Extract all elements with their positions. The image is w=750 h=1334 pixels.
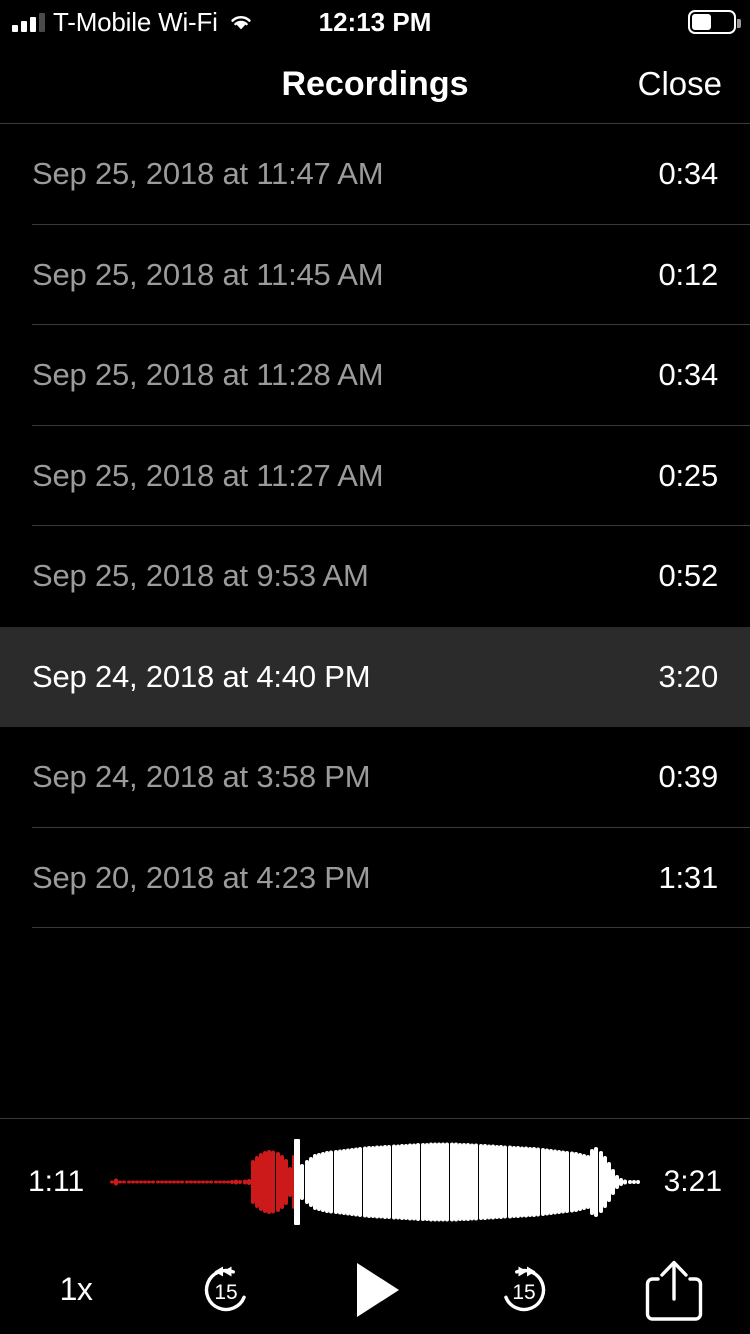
- close-button[interactable]: Close: [638, 44, 722, 124]
- recording-row[interactable]: Sep 25, 2018 at 11:45 AM 0:12: [0, 225, 750, 325]
- play-button[interactable]: [329, 1245, 421, 1334]
- recording-row[interactable]: Sep 25, 2018 at 11:47 AM 0:34: [0, 124, 750, 225]
- playback-speed-label: 1x: [59, 1271, 93, 1307]
- row-separator: [32, 927, 750, 928]
- skip-back-label: 15: [214, 1281, 237, 1304]
- recording-date: Sep 24, 2018 at 4:40 PM: [32, 658, 371, 694]
- recording-duration: 0:39: [658, 759, 718, 795]
- recording-date: Sep 20, 2018 at 4:23 PM: [32, 859, 371, 895]
- recording-date: Sep 25, 2018 at 11:47 AM: [32, 156, 384, 192]
- elapsed-time: 1:11: [28, 1165, 85, 1198]
- waveform-container[interactable]: [110, 1119, 640, 1245]
- app-screen: T-Mobile Wi-Fi 12:13 PM Recordings Close…: [0, 0, 750, 1334]
- waveform-bar: [635, 1180, 640, 1184]
- status-bar-clock: 12:13 PM: [318, 7, 432, 37]
- recording-row[interactable]: Sep 25, 2018 at 11:28 AM 0:34: [0, 325, 750, 426]
- recordings-list[interactable]: Sep 25, 2018 at 11:47 AM 0:34 Sep 25, 2018…: [0, 124, 750, 1118]
- total-time: 3:21: [663, 1165, 722, 1198]
- share-button[interactable]: [628, 1245, 720, 1334]
- recording-duration: 0:12: [658, 256, 718, 292]
- battery-fill: [692, 14, 711, 30]
- skip-forward-15-icon[interactable]: 15: [478, 1245, 570, 1334]
- recording-date: Sep 25, 2018 at 11:27 AM: [32, 457, 384, 493]
- recording-duration: 0:25: [658, 457, 718, 493]
- navigation-bar: Recordings Close: [0, 44, 750, 124]
- playback-speed-button[interactable]: 1x: [30, 1245, 122, 1334]
- recording-duration: 0:34: [658, 357, 718, 393]
- playback-controls: 1x 15 15: [0, 1245, 750, 1334]
- share-icon: [645, 1260, 703, 1321]
- recording-row[interactable]: Sep 25, 2018 at 11:27 AM 0:25: [0, 426, 750, 526]
- skip-forward-label: 15: [512, 1281, 535, 1304]
- recording-duration: 0:52: [658, 558, 718, 594]
- play-icon: [357, 1262, 399, 1317]
- waveform[interactable]: [110, 1119, 640, 1245]
- recording-date: Sep 25, 2018 at 11:28 AM: [32, 357, 384, 393]
- recording-duration: 3:20: [658, 658, 718, 694]
- recording-date: Sep 25, 2018 at 9:53 AM: [32, 558, 369, 594]
- recording-duration: 0:34: [658, 156, 718, 192]
- recording-row[interactable]: Sep 20, 2018 at 4:23 PM 1:31: [0, 828, 750, 928]
- player-scrubber[interactable]: 1:11 3:21: [0, 1119, 750, 1245]
- recording-duration: 1:31: [658, 859, 718, 895]
- recording-date: Sep 24, 2018 at 3:58 PM: [32, 759, 371, 795]
- skip-back-15-icon[interactable]: 15: [180, 1245, 272, 1334]
- recording-row[interactable]: Sep 25, 2018 at 9:53 AM 0:52: [0, 526, 750, 627]
- recording-row[interactable]: Sep 24, 2018 at 4:40 PM 3:20: [0, 626, 750, 727]
- playhead[interactable]: [294, 1139, 301, 1225]
- recording-date: Sep 25, 2018 at 11:45 AM: [32, 256, 384, 292]
- battery-icon: [688, 10, 741, 34]
- status-bar: T-Mobile Wi-Fi 12:13 PM: [0, 0, 750, 44]
- recording-row[interactable]: Sep 24, 2018 at 3:58 PM 0:39: [0, 727, 750, 828]
- status-bar-right: [688, 0, 741, 44]
